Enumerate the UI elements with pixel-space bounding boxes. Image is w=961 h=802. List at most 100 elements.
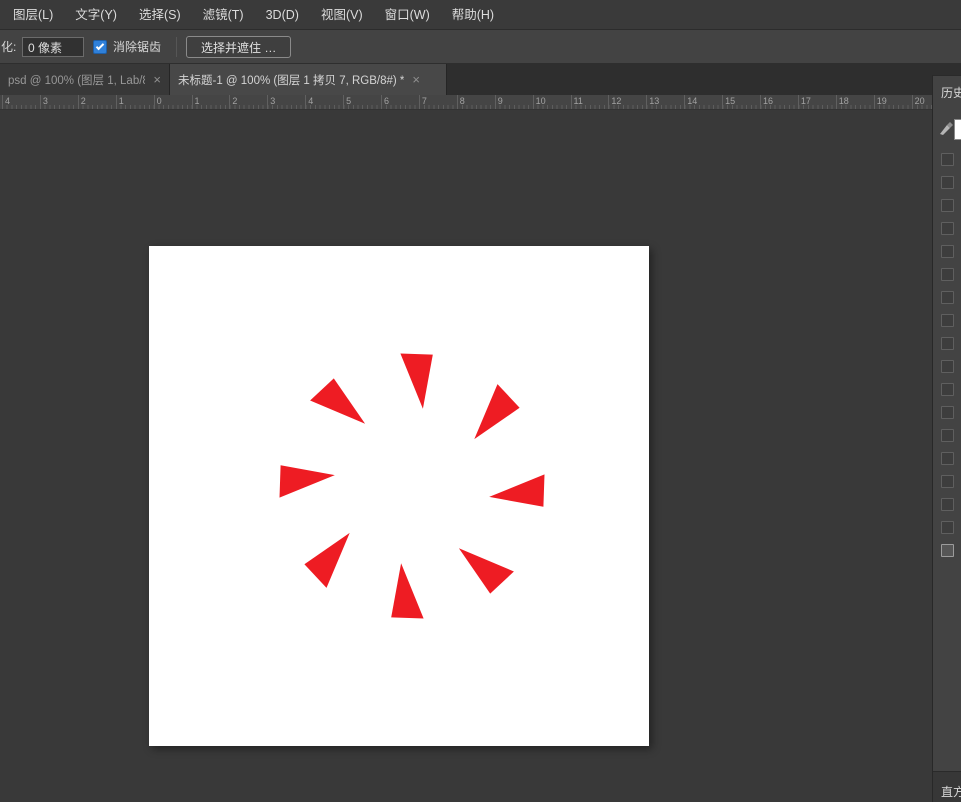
spinner-shape bbox=[149, 246, 649, 746]
menu-item-filter[interactable]: 滤镜(T) bbox=[192, 0, 255, 29]
photoshop-window: 图层(L)文字(Y)选择(S)滤镜(T)3D(D)视图(V)窗口(W)帮助(H)… bbox=[0, 0, 961, 802]
ruler-number: 19 bbox=[877, 96, 887, 106]
ruler-major-tick bbox=[116, 95, 117, 110]
history-state-well[interactable] bbox=[941, 176, 954, 189]
ruler-number: 18 bbox=[839, 96, 849, 106]
ruler-number: 2 bbox=[81, 96, 86, 106]
menu-item-type[interactable]: 文字(Y) bbox=[64, 0, 128, 29]
ruler-major-tick bbox=[267, 95, 268, 110]
ruler-number: 10 bbox=[536, 96, 546, 106]
ruler-number: 15 bbox=[725, 96, 735, 106]
ruler-major-tick bbox=[646, 95, 647, 110]
history-state-well[interactable] bbox=[941, 337, 954, 350]
spinner-blade bbox=[280, 465, 335, 497]
ruler-major-tick bbox=[154, 95, 155, 110]
ruler-major-tick bbox=[760, 95, 761, 110]
ruler-major-tick bbox=[571, 95, 572, 110]
history-state-well[interactable] bbox=[941, 452, 954, 465]
history-state-well[interactable] bbox=[941, 268, 954, 281]
ruler-number: 13 bbox=[649, 96, 659, 106]
history-state-well[interactable] bbox=[941, 153, 954, 166]
canvas-area[interactable] bbox=[0, 110, 932, 802]
ruler-major-tick bbox=[495, 95, 496, 110]
document-canvas[interactable] bbox=[149, 246, 649, 746]
ruler-number: 20 bbox=[915, 96, 925, 106]
ruler-number: 17 bbox=[801, 96, 811, 106]
ruler-major-tick bbox=[836, 95, 837, 110]
ruler-number: 5 bbox=[346, 96, 351, 106]
horizontal-ruler: 432101234567891011121314151617181920 bbox=[0, 95, 932, 110]
ruler-major-tick bbox=[2, 95, 3, 110]
history-state-well[interactable] bbox=[941, 199, 954, 212]
check-icon bbox=[96, 42, 104, 50]
history-state-well[interactable] bbox=[941, 475, 954, 488]
tab-close-icon[interactable]: × bbox=[412, 73, 420, 86]
ruler-number: 4 bbox=[5, 96, 10, 106]
menu-item-3d[interactable]: 3D(D) bbox=[255, 0, 310, 29]
spinner-blade bbox=[310, 378, 365, 423]
histogram-panel-title[interactable]: 直方图 bbox=[941, 783, 961, 800]
ruler-major-tick bbox=[533, 95, 534, 110]
history-state-well[interactable] bbox=[941, 521, 954, 534]
ruler-major-tick bbox=[912, 95, 913, 110]
menu-item-layer[interactable]: 图层(L) bbox=[2, 0, 64, 29]
ruler-number: 2 bbox=[232, 96, 237, 106]
history-state-well[interactable] bbox=[941, 314, 954, 327]
spinner-blade bbox=[391, 563, 423, 618]
ruler-number: 14 bbox=[687, 96, 697, 106]
options-divider bbox=[176, 37, 177, 57]
ruler-major-tick bbox=[457, 95, 458, 110]
history-state-well[interactable] bbox=[941, 429, 954, 442]
menu-item-window[interactable]: 窗口(W) bbox=[374, 0, 441, 29]
history-state-well[interactable] bbox=[941, 222, 954, 235]
document-tab-title: 未标题-1 @ 100% (图层 1 拷贝 7, RGB/8#) * bbox=[178, 72, 404, 88]
history-state-well[interactable] bbox=[941, 360, 954, 373]
document-tab-bar: psd @ 100% (图层 1, Lab/8) *×未标题-1 @ 100% … bbox=[0, 64, 961, 95]
ruler-major-tick bbox=[874, 95, 875, 110]
history-state-well[interactable] bbox=[941, 498, 954, 511]
menu-item-view[interactable]: 视图(V) bbox=[310, 0, 374, 29]
history-states bbox=[933, 76, 961, 802]
ruler-major-tick bbox=[192, 95, 193, 110]
history-state-well[interactable] bbox=[941, 291, 954, 304]
document-tab-title: psd @ 100% (图层 1, Lab/8) * bbox=[8, 72, 145, 88]
ruler-number: 16 bbox=[763, 96, 773, 106]
ruler-major-tick bbox=[343, 95, 344, 110]
antialias-checkbox[interactable] bbox=[93, 40, 107, 54]
select-and-mask-button[interactable]: 选择并遮住 … bbox=[186, 36, 291, 58]
menu-item-select[interactable]: 选择(S) bbox=[128, 0, 192, 29]
document-tab-2[interactable]: 未标题-1 @ 100% (图层 1 拷贝 7, RGB/8#) * × bbox=[170, 64, 447, 95]
history-state-well-selected[interactable] bbox=[941, 544, 954, 557]
tab-close-icon[interactable]: × bbox=[153, 73, 161, 86]
ruler-major-tick bbox=[419, 95, 420, 110]
history-state-well[interactable] bbox=[941, 245, 954, 258]
spinner-blade bbox=[459, 548, 514, 593]
spinner-blade bbox=[304, 533, 349, 588]
ruler-number: 11 bbox=[574, 96, 583, 106]
options-bar: 化: 消除锯齿 选择并遮住 … bbox=[0, 30, 961, 64]
feather-input[interactable] bbox=[22, 37, 84, 57]
ruler-number: 4 bbox=[308, 96, 313, 106]
antialias-label: 消除锯齿 bbox=[113, 30, 161, 64]
ruler-number: 3 bbox=[43, 96, 48, 106]
ruler-major-tick bbox=[722, 95, 723, 110]
ruler-number: 3 bbox=[270, 96, 275, 106]
ruler-major-tick bbox=[798, 95, 799, 110]
history-state-well[interactable] bbox=[941, 383, 954, 396]
ruler-number: 12 bbox=[611, 96, 621, 106]
menu-item-help[interactable]: 帮助(H) bbox=[441, 0, 505, 29]
spinner-blade bbox=[400, 354, 432, 409]
ruler-major-tick bbox=[229, 95, 230, 110]
ruler-major-tick bbox=[381, 95, 382, 110]
ruler-number: 8 bbox=[460, 96, 465, 106]
ruler-major-tick bbox=[684, 95, 685, 110]
spinner-blade bbox=[489, 474, 544, 506]
ruler-major-tick bbox=[608, 95, 609, 110]
document-tab-1[interactable]: psd @ 100% (图层 1, Lab/8) * × bbox=[0, 64, 170, 95]
ruler-number: 1 bbox=[119, 96, 124, 106]
ruler-major-tick bbox=[40, 95, 41, 110]
history-state-well[interactable] bbox=[941, 406, 954, 419]
ruler-major-tick bbox=[305, 95, 306, 110]
ruler-number: 1 bbox=[195, 96, 200, 106]
history-panel: 历史 直方图 bbox=[932, 75, 961, 802]
